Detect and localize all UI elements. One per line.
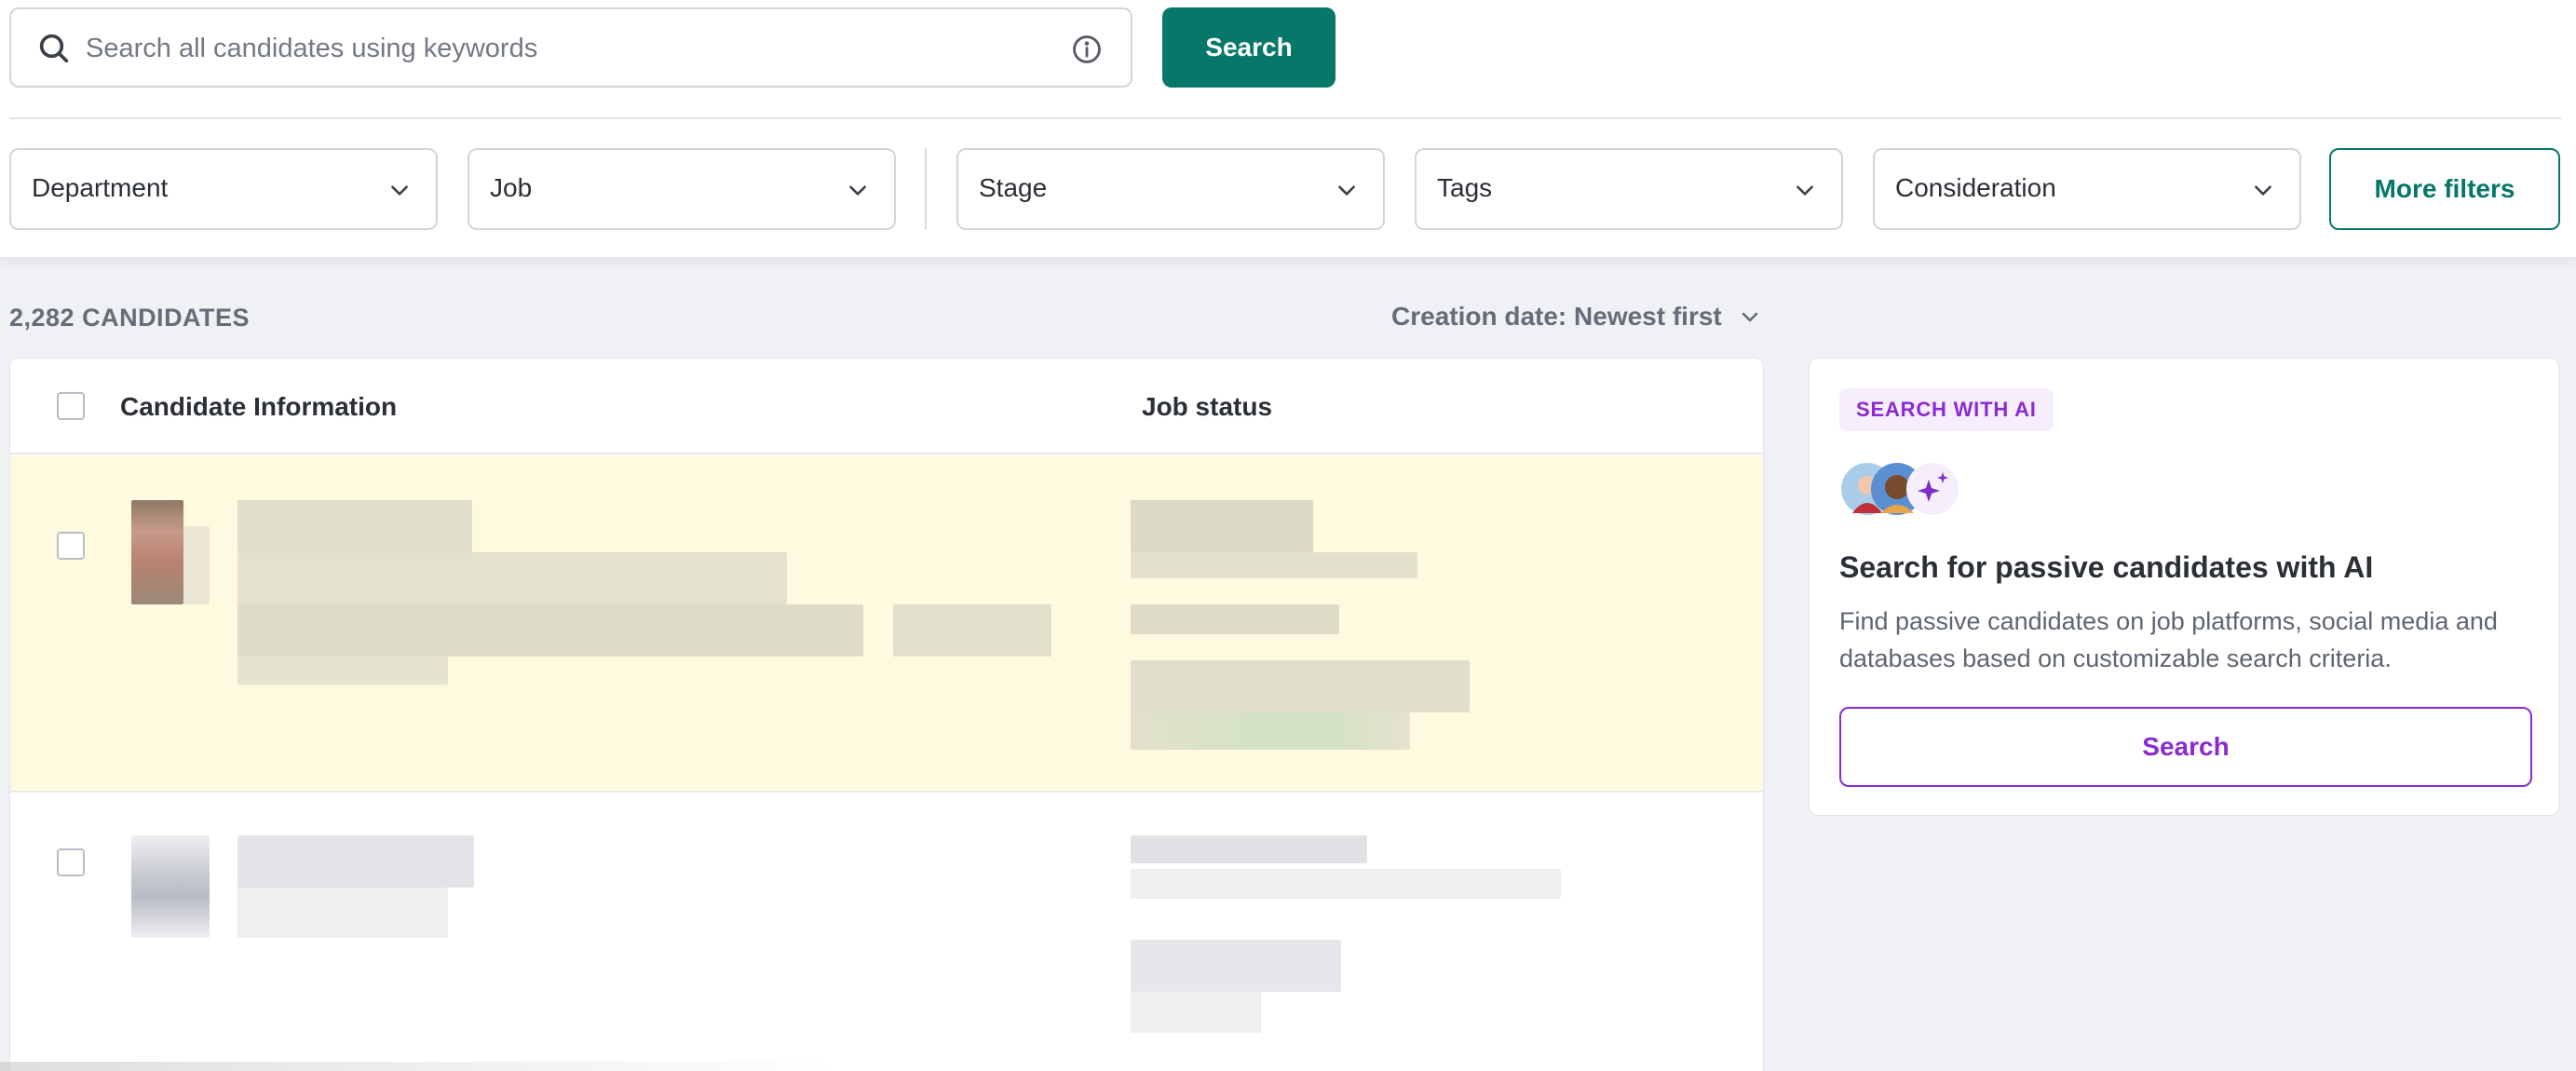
search-button[interactable]: Search — [1162, 7, 1335, 88]
chevron-down-icon — [391, 185, 408, 196]
search-input[interactable] — [86, 22, 1036, 75]
filter-tags[interactable]: Tags — [1415, 148, 1843, 230]
ai-avatars-illustration — [1841, 463, 1959, 515]
ai-search-card: SEARCH WITH AI Search for passive candid… — [1809, 358, 2559, 816]
info-icon[interactable] — [1071, 34, 1103, 65]
select-all-checkbox[interactable] — [57, 392, 85, 420]
bottom-edge-shadow — [0, 1062, 838, 1071]
filter-label: Department — [32, 173, 169, 202]
ai-card-title: Search for passive candidates with AI — [1839, 550, 2374, 584]
filter-label: Consideration — [1895, 173, 2056, 202]
ai-badge: SEARCH WITH AI — [1839, 388, 2054, 431]
search-header: Search Department Job Stage Tags Conside… — [0, 0, 2576, 259]
sort-dropdown[interactable]: Creation date: Newest first — [1391, 302, 1761, 332]
filter-label: Job — [490, 173, 533, 202]
search-box[interactable] — [9, 7, 1132, 88]
table-header: Candidate Information Job status — [10, 359, 1763, 454]
chevron-down-icon — [849, 185, 866, 196]
ai-search-button[interactable]: Search — [1839, 707, 2532, 787]
row-checkbox[interactable] — [57, 848, 85, 876]
ai-card-description: Find passive candidates on job platforms… — [1839, 607, 2498, 672]
chevron-down-icon — [1338, 185, 1355, 196]
column-header: Candidate Information — [120, 392, 398, 421]
header-divider — [9, 117, 2561, 119]
table-row[interactable] — [10, 455, 1763, 793]
candidates-table: Candidate Information Job status — [9, 358, 1764, 1071]
more-filters-button[interactable]: More filters — [2329, 148, 2560, 230]
chevron-down-icon — [2255, 185, 2271, 196]
sort-label: Creation date: Newest first — [1391, 302, 1722, 331]
search-icon — [39, 34, 69, 63]
filter-stage[interactable]: Stage — [956, 148, 1385, 230]
filter-label: Stage — [979, 173, 1048, 202]
filter-consideration[interactable]: Consideration — [1873, 148, 2301, 230]
filter-job[interactable]: Job — [468, 148, 896, 230]
chevron-down-icon — [1742, 312, 1758, 322]
row-checkbox[interactable] — [57, 532, 85, 560]
filter-label: Tags — [1437, 173, 1493, 202]
table-row[interactable] — [10, 793, 1763, 1071]
filter-separator — [925, 148, 927, 230]
chevron-down-icon — [1796, 185, 1813, 196]
filter-department[interactable]: Department — [9, 148, 438, 230]
column-header: Job status — [1142, 392, 1273, 421]
candidate-count: 2,282 CANDIDATES — [9, 304, 251, 332]
